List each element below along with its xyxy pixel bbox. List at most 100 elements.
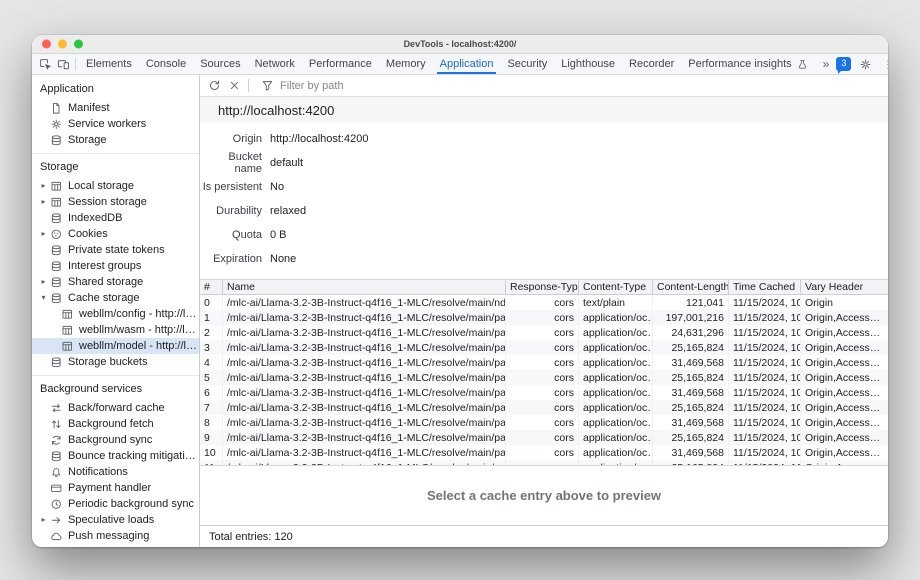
tab-performance[interactable]: Performance	[302, 54, 379, 74]
cache-entry-row[interactable]: 3/mlc-ai/Llama-3.2-3B-Instruct-q4f16_1-M…	[200, 340, 888, 355]
cache-entry-row[interactable]: 8/mlc-ai/Llama-3.2-3B-Instruct-q4f16_1-M…	[200, 415, 888, 430]
tab-label: Sources	[200, 58, 240, 70]
entry-index: 6	[200, 385, 222, 400]
cache-entry-row[interactable]: 9/mlc-ai/Llama-3.2-3B-Instruct-q4f16_1-M…	[200, 430, 888, 445]
entry-time-cached: 11/15/2024, 10…	[728, 295, 800, 310]
settings-gear-icon[interactable]	[856, 55, 874, 73]
column-header-name[interactable]: Name	[222, 280, 505, 294]
minimize-button[interactable]	[58, 40, 67, 49]
devtools-content: ApplicationManifestService workersStorag…	[32, 75, 888, 547]
cache-entry-row[interactable]: 4/mlc-ai/Llama-3.2-3B-Instruct-q4f16_1-M…	[200, 355, 888, 370]
sidebar-item-label: Service workers	[68, 118, 146, 130]
sidebar-item-service-workers[interactable]: Service workers	[32, 116, 199, 132]
window-titlebar[interactable]: DevTools - localhost:4200/	[32, 35, 888, 54]
sidebar-item-local-storage[interactable]: ▸Local storage	[32, 178, 199, 194]
tab-elements[interactable]: Elements	[79, 54, 139, 74]
column-header-content-type[interactable]: Content-Type	[578, 280, 652, 294]
sidebar-item-back-forward-cache[interactable]: Back/forward cache	[32, 400, 199, 416]
sidebar-item-webllm-config-http-loc[interactable]: webllm/config - http://loc…	[32, 306, 199, 322]
section-title: Storage	[32, 154, 199, 178]
entry-content-type: application/oc…	[578, 400, 652, 415]
sidebar-item-notifications[interactable]: Notifications	[32, 464, 199, 480]
delete-selected-icon[interactable]	[225, 77, 243, 95]
metadata-label: Is persistent	[200, 181, 262, 193]
chevron-down-icon[interactable]: ▾	[38, 290, 49, 306]
filter-by-path-input[interactable]: Filter by path	[258, 77, 344, 95]
panel-tabs: ElementsConsoleSourcesNetworkPerformance…	[79, 54, 821, 74]
cache-entry-row[interactable]: 0/mlc-ai/Llama-3.2-3B-Instruct-q4f16_1-M…	[200, 295, 888, 310]
tab-performance-insights[interactable]: Performance insights	[681, 54, 820, 74]
entry-content-type: application/oc…	[578, 310, 652, 325]
sidebar-item-reporting-api[interactable]: Reporting API	[32, 544, 199, 547]
sidebar-item-bounce-tracking-mitigations[interactable]: Bounce tracking mitigations	[32, 448, 199, 464]
cache-entry-row[interactable]: 7/mlc-ai/Llama-3.2-3B-Instruct-q4f16_1-M…	[200, 400, 888, 415]
tab-console[interactable]: Console	[139, 54, 193, 74]
sidebar-item-background-sync[interactable]: Background sync	[32, 432, 199, 448]
inspect-element-icon[interactable]	[36, 55, 54, 73]
sidebar-item-payment-handler[interactable]: Payment handler	[32, 480, 199, 496]
tab-network[interactable]: Network	[248, 54, 302, 74]
tab-application[interactable]: Application	[433, 54, 501, 74]
tab-lighthouse[interactable]: Lighthouse	[554, 54, 622, 74]
entry-content-length: 25,165,824	[652, 430, 728, 445]
sidebar-item-session-storage[interactable]: ▸Session storage	[32, 194, 199, 210]
entry-content-length: 25,165,824	[652, 340, 728, 355]
sidebar-item-label: Notifications	[68, 466, 128, 478]
chevron-right-icon[interactable]: ▸	[38, 178, 49, 194]
sidebar-item-storage-buckets[interactable]: Storage buckets	[32, 354, 199, 370]
sidebar-item-private-state-tokens[interactable]: Private state tokens	[32, 242, 199, 258]
close-button[interactable]	[42, 40, 51, 49]
chevron-right-icon[interactable]: ▸	[38, 274, 49, 290]
sidebar-item-periodic-background-sync[interactable]: Periodic background sync	[32, 496, 199, 512]
tab-recorder[interactable]: Recorder	[622, 54, 681, 74]
tab-memory[interactable]: Memory	[379, 54, 433, 74]
sidebar-item-indexeddb[interactable]: IndexedDB	[32, 210, 199, 226]
column-header-[interactable]: #	[200, 280, 222, 294]
chevron-right-icon[interactable]: ▸	[38, 226, 49, 242]
sidebar-item-cookies[interactable]: ▸Cookies	[32, 226, 199, 242]
column-header-vary-header[interactable]: Vary Header	[800, 280, 888, 294]
chevron-right-icon[interactable]: ▸	[38, 194, 49, 210]
gear-icon	[49, 117, 64, 131]
entry-content-type: application/oc…	[578, 325, 652, 340]
sidebar-item-speculative-loads[interactable]: ▸Speculative loads	[32, 512, 199, 528]
entry-name: /mlc-ai/Llama-3.2-3B-Instruct-q4f16_1-ML…	[222, 310, 505, 325]
sidebar-item-storage[interactable]: Storage	[32, 132, 199, 148]
entry-name: /mlc-ai/Llama-3.2-3B-Instruct-q4f16_1-ML…	[222, 400, 505, 415]
refresh-icon[interactable]	[205, 77, 223, 95]
fetch-icon	[49, 417, 64, 431]
cache-entry-row[interactable]: 5/mlc-ai/Llama-3.2-3B-Instruct-q4f16_1-M…	[200, 370, 888, 385]
traffic-lights	[42, 40, 83, 49]
kebab-menu-icon[interactable]	[879, 55, 888, 73]
sidebar-item-cache-storage[interactable]: ▾Cache storage	[32, 290, 199, 306]
sidebar-item-shared-storage[interactable]: ▸Shared storage	[32, 274, 199, 290]
sidebar-item-push-messaging[interactable]: Push messaging	[32, 528, 199, 544]
card-icon	[49, 481, 64, 495]
tab-security[interactable]: Security	[500, 54, 554, 74]
column-header-response-type[interactable]: Response-Type	[505, 280, 578, 294]
metadata-label: Expiration	[200, 253, 262, 265]
tab-sources[interactable]: Sources	[193, 54, 247, 74]
column-header-content-length[interactable]: Content-Length	[652, 280, 728, 294]
flask-icon	[795, 57, 810, 71]
cache-entry-row[interactable]: 1/mlc-ai/Llama-3.2-3B-Instruct-q4f16_1-M…	[200, 310, 888, 325]
device-toolbar-icon[interactable]	[54, 55, 72, 73]
zoom-button[interactable]	[74, 40, 83, 49]
console-messages-badge[interactable]: 3	[836, 57, 851, 71]
entry-index: 7	[200, 400, 222, 415]
tab-label: Recorder	[629, 58, 674, 70]
column-header-time-cached[interactable]: Time Cached	[728, 280, 800, 294]
chevron-right-icon[interactable]: ▸	[38, 512, 49, 528]
cache-entry-row[interactable]: 10/mlc-ai/Llama-3.2-3B-Instruct-q4f16_1-…	[200, 445, 888, 460]
cache-entry-row[interactable]: 2/mlc-ai/Llama-3.2-3B-Instruct-q4f16_1-M…	[200, 325, 888, 340]
sidebar-item-background-fetch[interactable]: Background fetch	[32, 416, 199, 432]
sidebar-item-webllm-wasm-http-loca[interactable]: webllm/wasm - http://loca…	[32, 322, 199, 338]
entry-time-cached: 11/15/2024, 10…	[728, 385, 800, 400]
cache-entry-row[interactable]: 6/mlc-ai/Llama-3.2-3B-Instruct-q4f16_1-M…	[200, 385, 888, 400]
metadata-row-expiration: ExpirationNone	[200, 247, 888, 271]
more-tabs-chevron[interactable]: »	[821, 57, 832, 71]
sidebar-item-manifest[interactable]: Manifest	[32, 100, 199, 116]
sidebar-item-webllm-model-http-loc[interactable]: webllm/model - http://loc…	[32, 338, 199, 354]
sidebar-item-interest-groups[interactable]: Interest groups	[32, 258, 199, 274]
entry-content-length: 24,631,296	[652, 325, 728, 340]
